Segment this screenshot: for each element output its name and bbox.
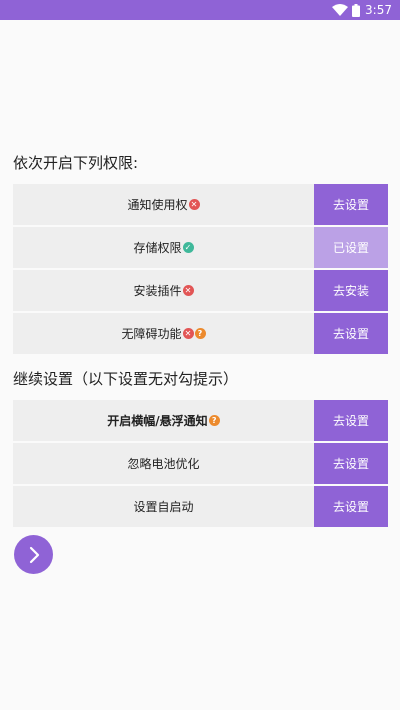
setting-name: 设置自启动 [133, 500, 194, 514]
permission-name: 无障碍功能 [121, 327, 182, 341]
check-icon: ✓ [182, 242, 194, 253]
permission-row-notification-access: 通知使用权 ✕ 去设置 [13, 184, 388, 225]
go-settings-button[interactable]: 去设置 [314, 400, 388, 441]
setting-name: 忽略电池优化 [127, 457, 200, 471]
status-bar: 3:57 [0, 0, 400, 20]
permission-label: 存储权限 ✓ [13, 227, 314, 268]
permission-name: 安装插件 [133, 284, 182, 298]
permission-row-accessibility: 无障碍功能 ✕ ? 去设置 [13, 313, 388, 354]
go-settings-button[interactable]: 去设置 [314, 443, 388, 484]
setting-label: 忽略电池优化 [13, 443, 314, 484]
install-button[interactable]: 去安装 [314, 270, 388, 311]
permission-label: 无障碍功能 ✕ ? [13, 313, 314, 354]
permission-row-install-plugin: 安装插件 ✕ 去安装 [13, 270, 388, 311]
permission-label: 安装插件 ✕ [13, 270, 314, 311]
required-permission-list: 通知使用权 ✕ 去设置 存储权限 ✓ 已设置 安装插件 ✕ 去安装 无障碍功能 … [13, 184, 388, 356]
permission-name: 存储权限 [133, 241, 182, 255]
setting-label: 开启横幅/悬浮通知 ? [13, 400, 314, 441]
help-icon[interactable]: ? [208, 415, 220, 426]
error-icon: ✕ [188, 199, 200, 210]
permission-name: 通知使用权 [127, 198, 188, 212]
go-settings-button[interactable]: 去设置 [314, 486, 388, 527]
wifi-icon [332, 4, 349, 16]
already-set-button[interactable]: 已设置 [314, 227, 388, 268]
optional-section-title: 继续设置（以下设置无对勾提示） [13, 370, 239, 388]
next-button[interactable] [14, 535, 53, 574]
chevron-right-icon [29, 546, 39, 563]
permission-row-storage: 存储权限 ✓ 已设置 [13, 227, 388, 268]
setting-row-banner-notification: 开启横幅/悬浮通知 ? 去设置 [13, 400, 388, 441]
error-icon: ✕ [182, 285, 194, 296]
setting-row-battery-optimization: 忽略电池优化 去设置 [13, 443, 388, 484]
setting-row-autostart: 设置自启动 去设置 [13, 486, 388, 527]
setting-label: 设置自启动 [13, 486, 314, 527]
go-settings-button[interactable]: 去设置 [314, 313, 388, 354]
status-time: 3:57 [365, 3, 392, 17]
help-icon[interactable]: ? [194, 328, 206, 339]
required-section-title: 依次开启下列权限: [13, 154, 139, 172]
go-settings-button[interactable]: 去设置 [314, 184, 388, 225]
optional-settings-list: 开启横幅/悬浮通知 ? 去设置 忽略电池优化 去设置 设置自启动 去设置 [13, 400, 388, 529]
battery-icon [352, 3, 361, 17]
permission-label: 通知使用权 ✕ [13, 184, 314, 225]
error-icon: ✕ [182, 328, 194, 339]
setting-name: 开启横幅/悬浮通知 [107, 414, 208, 428]
